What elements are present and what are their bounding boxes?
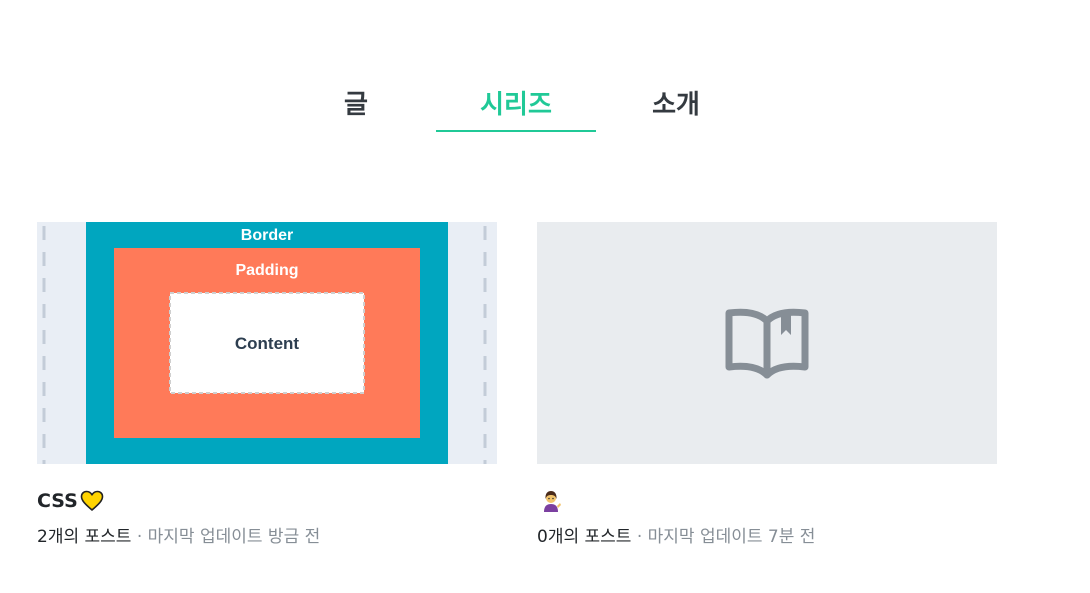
post-count: 0개의 포스트 [537,527,632,547]
meta-separator: · [631,527,648,547]
box-model-diagram: Border Padding Content [37,222,497,464]
padding-label: Padding [235,262,298,279]
series-thumbnail[interactable]: Border Padding Content [37,222,497,464]
active-tab-indicator [436,130,596,132]
content-label: Content [235,334,300,353]
open-book-icon [725,308,809,379]
series-title[interactable]: CSS [37,488,497,514]
tab-posts[interactable]: 글 [276,72,436,132]
series-card: Border Padding Content CSS 2개의 포스트 · 마지막… [37,222,497,547]
tab-series[interactable]: 시리즈 [436,72,596,132]
meta-separator: · [131,527,148,547]
last-updated: 마지막 업데이트 7분 전 [647,527,816,547]
last-updated: 마지막 업데이트 방금 전 [147,527,321,547]
tab-about[interactable]: 소개 [596,72,756,132]
series-meta: 0개의 포스트 · 마지막 업데이트 7분 전 [537,522,997,547]
series-title[interactable] [537,488,997,514]
yellow-heart-icon [80,490,104,511]
series-thumbnail[interactable] [537,222,997,464]
series-card: 0개의 포스트 · 마지막 업데이트 7분 전 [537,222,997,547]
profile-tabs: 글 시리즈 소개 [276,72,756,134]
post-count: 2개의 포스트 [37,527,132,547]
series-meta: 2개의 포스트 · 마지막 업데이트 방금 전 [37,522,497,547]
series-title-text: CSS [37,490,78,512]
border-label: Border [241,227,293,244]
woman-tipping-hand-icon [544,491,561,512]
